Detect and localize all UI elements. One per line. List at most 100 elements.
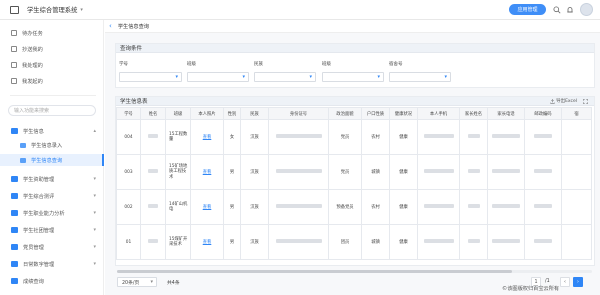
student-id-select[interactable]: ▾ — [119, 72, 182, 82]
menu-student-info-entry[interactable]: 学生信息录入 — [0, 139, 104, 151]
sidebar-search-input[interactable]: 输入功能来搜索 — [8, 105, 96, 116]
app-title[interactable]: 学生综合管理系统 — [27, 5, 77, 14]
cell-photo[interactable]: 查看 — [190, 119, 224, 155]
cell-politics: 团员 — [328, 224, 362, 260]
avatar[interactable] — [580, 3, 593, 16]
menu-grades[interactable]: 成绩查询 — [0, 275, 104, 287]
table-row[interactable]: 004 15工程数量 查看 女 汉族 党员 农村 健康 — [116, 119, 592, 155]
menu-label: 学生信息录入 — [31, 142, 63, 149]
chevron-down-icon: ▾ — [93, 193, 96, 199]
total-count: 共4条 — [167, 281, 180, 286]
app-management-button[interactable]: 应用管理 — [509, 4, 546, 15]
cell-photo[interactable]: 查看 — [190, 189, 224, 225]
cell-health: 健康 — [389, 224, 418, 260]
cell-hukou: 城镇 — [361, 154, 390, 190]
cell-class: 14矿山机电 — [165, 189, 191, 225]
col-header[interactable]: 班级 — [165, 107, 191, 120]
menu-label: 学生信息 — [23, 128, 44, 135]
col-header[interactable]: 宿 — [561, 107, 592, 120]
cell-ethnicity: 汉族 — [240, 224, 269, 260]
view-photo-link[interactable]: 查看 — [203, 205, 212, 210]
chevron-down-icon[interactable]: ▾ — [80, 7, 83, 13]
col-header[interactable]: 家长姓名 — [459, 107, 488, 120]
cell-hukou: 城镇 — [361, 224, 390, 260]
bell-icon[interactable] — [565, 5, 575, 15]
col-header[interactable]: 学号 — [116, 107, 141, 120]
col-header[interactable]: 健康状况 — [389, 107, 418, 120]
fullscreen-icon[interactable] — [583, 98, 588, 104]
redacted-block — [492, 169, 520, 174]
cell-name — [140, 189, 166, 225]
col-header[interactable]: 政治面貌 — [328, 107, 362, 120]
ethnicity-select[interactable]: ▾ — [254, 72, 316, 82]
cell-id-card — [268, 189, 329, 225]
chevron-down-icon: ▾ — [93, 176, 96, 182]
view-photo-link[interactable]: 查看 — [203, 170, 212, 175]
table-row[interactable]: 002 14矿山机电 查看 男 汉族 预备党员 农村 健康 — [116, 189, 592, 225]
menu-party-members[interactable]: 党员管理 ▾ — [0, 241, 104, 253]
redacted-block — [492, 134, 520, 139]
view-photo-link[interactable]: 查看 — [203, 135, 212, 140]
menu-career-analysis[interactable]: 学生职业能力分析 ▾ — [0, 207, 104, 219]
menu-label: 学生职业能力分析 — [23, 210, 65, 217]
col-header[interactable]: 邮政编码 — [524, 107, 562, 120]
col-header[interactable]: 姓名 — [140, 107, 166, 120]
cell-politics: 党员 — [328, 154, 362, 190]
cell-parent-phone — [487, 119, 525, 155]
cell-name — [140, 119, 166, 155]
chevron-down-icon: ▾ — [93, 227, 96, 233]
menu-assessment[interactable]: 学生综合测评 ▾ — [0, 190, 104, 202]
page-size-select[interactable]: 20条/页 ▾ — [117, 277, 157, 287]
menu-financial-aid[interactable]: 学生资助管理 ▾ — [0, 173, 104, 185]
cell-id-card — [268, 224, 329, 260]
col-header[interactable]: 本人手机 — [417, 107, 460, 120]
field-label-class-2: 班级 — [322, 62, 331, 67]
sidebar-item-handled[interactable]: 我处理的 — [0, 59, 104, 71]
dorm-select[interactable]: ▾ — [389, 72, 451, 82]
col-header[interactable]: 身份证号 — [268, 107, 329, 120]
table-row[interactable]: 01 15煤矿开采技术 查看 男 汉族 团员 城镇 健康 — [116, 224, 592, 260]
chevron-down-icon: ▾ — [150, 279, 153, 285]
cell-photo[interactable]: 查看 — [190, 154, 224, 190]
view-photo-link[interactable]: 查看 — [203, 240, 212, 245]
export-excel-button[interactable]: 导出Excel — [550, 98, 577, 104]
next-page-button[interactable]: › — [573, 277, 583, 287]
field-label-class: 班级 — [187, 62, 196, 67]
folder-icon — [11, 128, 18, 134]
col-header[interactable]: 户口性质 — [361, 107, 390, 120]
redacted-block — [492, 239, 520, 244]
sidebar-item-label: 待办任务 — [22, 30, 43, 37]
handled-icon — [11, 62, 17, 68]
table-row[interactable]: 003 15矿场地质工程技术 查看 男 汉族 党员 城镇 健康 — [116, 154, 592, 190]
redacted-block — [534, 169, 552, 174]
cell-photo[interactable]: 查看 — [190, 224, 224, 260]
table-header-row: 学号 姓名 班级 本人照片 性别 民族 身份证号 政治面貌 户口性质 健康状况 … — [116, 107, 592, 120]
app-switcher-icon[interactable] — [10, 5, 19, 14]
prev-page-button[interactable]: ‹ — [560, 277, 570, 287]
cell-name — [140, 224, 166, 260]
class-select-2[interactable]: ▾ — [322, 72, 384, 82]
folder-icon — [11, 244, 18, 250]
main-content: ‹ 学生信息查询 查询条件 学号 ▾ 班级 ▾ 民族 ▾ 班级 ▾ 宿舍号 ▾ … — [105, 20, 600, 295]
cell-dorm — [561, 189, 592, 225]
total-pages: /1 — [545, 279, 550, 284]
chevron-right-icon: › — [577, 279, 579, 285]
sidebar-item-todo[interactable]: 待办任务 — [0, 27, 104, 39]
horizontal-scrollbar[interactable] — [117, 270, 592, 273]
sidebar-item-cc[interactable]: 抄送我的 — [0, 43, 104, 55]
menu-student-info-query[interactable]: 学生信息查询 — [0, 154, 104, 166]
menu-clubs[interactable]: 学生社团管理 ▾ — [0, 224, 104, 236]
menu-daily-data[interactable]: 日常数字管理 ▾ — [0, 258, 104, 270]
col-header[interactable]: 性别 — [223, 107, 241, 120]
scrollbar-thumb[interactable] — [117, 270, 512, 273]
class-select[interactable]: ▾ — [187, 72, 249, 82]
col-header[interactable]: 家长电话 — [487, 107, 525, 120]
cell-politics: 预备党员 — [328, 189, 362, 225]
chevron-left-icon[interactable]: ‹ — [109, 22, 112, 30]
col-header[interactable]: 本人照片 — [190, 107, 224, 120]
cell-gender: 男 — [223, 224, 241, 260]
menu-student-info[interactable]: 学生信息 ▴ — [0, 125, 104, 137]
sidebar-item-initiated[interactable]: 我发起的 — [0, 75, 104, 87]
search-icon[interactable] — [552, 5, 562, 15]
col-header[interactable]: 民族 — [240, 107, 269, 120]
